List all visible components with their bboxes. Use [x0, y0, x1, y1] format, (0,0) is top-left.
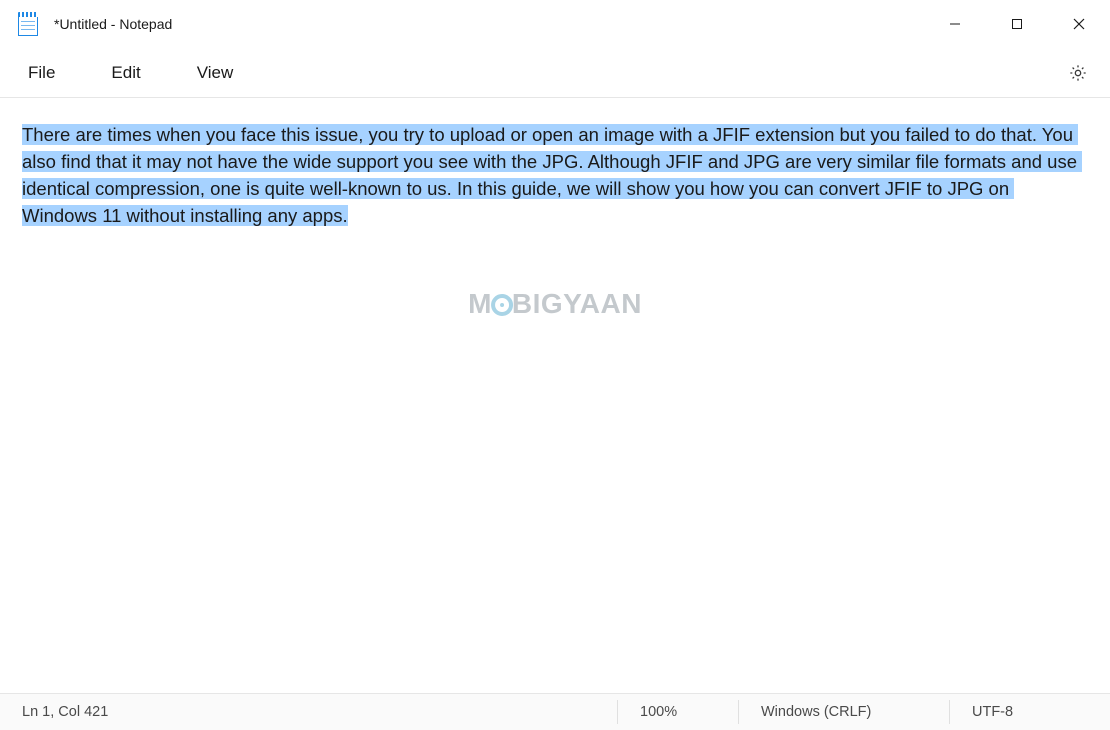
- close-icon: [1073, 18, 1085, 30]
- editor-content[interactable]: There are times when you face this issue…: [0, 122, 1110, 230]
- window-controls: [924, 0, 1110, 48]
- status-cursor: Ln 1, Col 421: [0, 694, 130, 730]
- watermark: M BIGYAAN: [468, 288, 642, 320]
- titlebar: *Untitled - Notepad: [0, 0, 1110, 48]
- watermark-suffix: BIGYAAN: [512, 288, 642, 319]
- minimize-icon: [949, 18, 961, 30]
- statusbar: Ln 1, Col 421 100% Windows (CRLF) UTF-8: [0, 693, 1110, 730]
- watermark-prefix: M: [468, 288, 492, 319]
- watermark-ring-icon: [491, 294, 513, 316]
- maximize-icon: [1011, 18, 1023, 30]
- status-zoom[interactable]: 100%: [618, 694, 738, 730]
- menu-view[interactable]: View: [183, 55, 248, 91]
- minimize-button[interactable]: [924, 0, 986, 48]
- status-line-ending: Windows (CRLF): [739, 694, 949, 730]
- menu-edit[interactable]: Edit: [97, 55, 154, 91]
- notepad-icon: [18, 12, 38, 36]
- gear-icon: [1068, 63, 1088, 83]
- window-title: *Untitled - Notepad: [54, 16, 172, 32]
- menu-file[interactable]: File: [14, 55, 69, 91]
- maximize-button[interactable]: [986, 0, 1048, 48]
- menubar: File Edit View: [0, 48, 1110, 98]
- close-button[interactable]: [1048, 0, 1110, 48]
- settings-button[interactable]: [1060, 55, 1096, 91]
- text-editor[interactable]: There are times when you face this issue…: [0, 98, 1110, 693]
- selected-text[interactable]: There are times when you face this issue…: [22, 124, 1082, 226]
- status-encoding: UTF-8: [950, 694, 1110, 730]
